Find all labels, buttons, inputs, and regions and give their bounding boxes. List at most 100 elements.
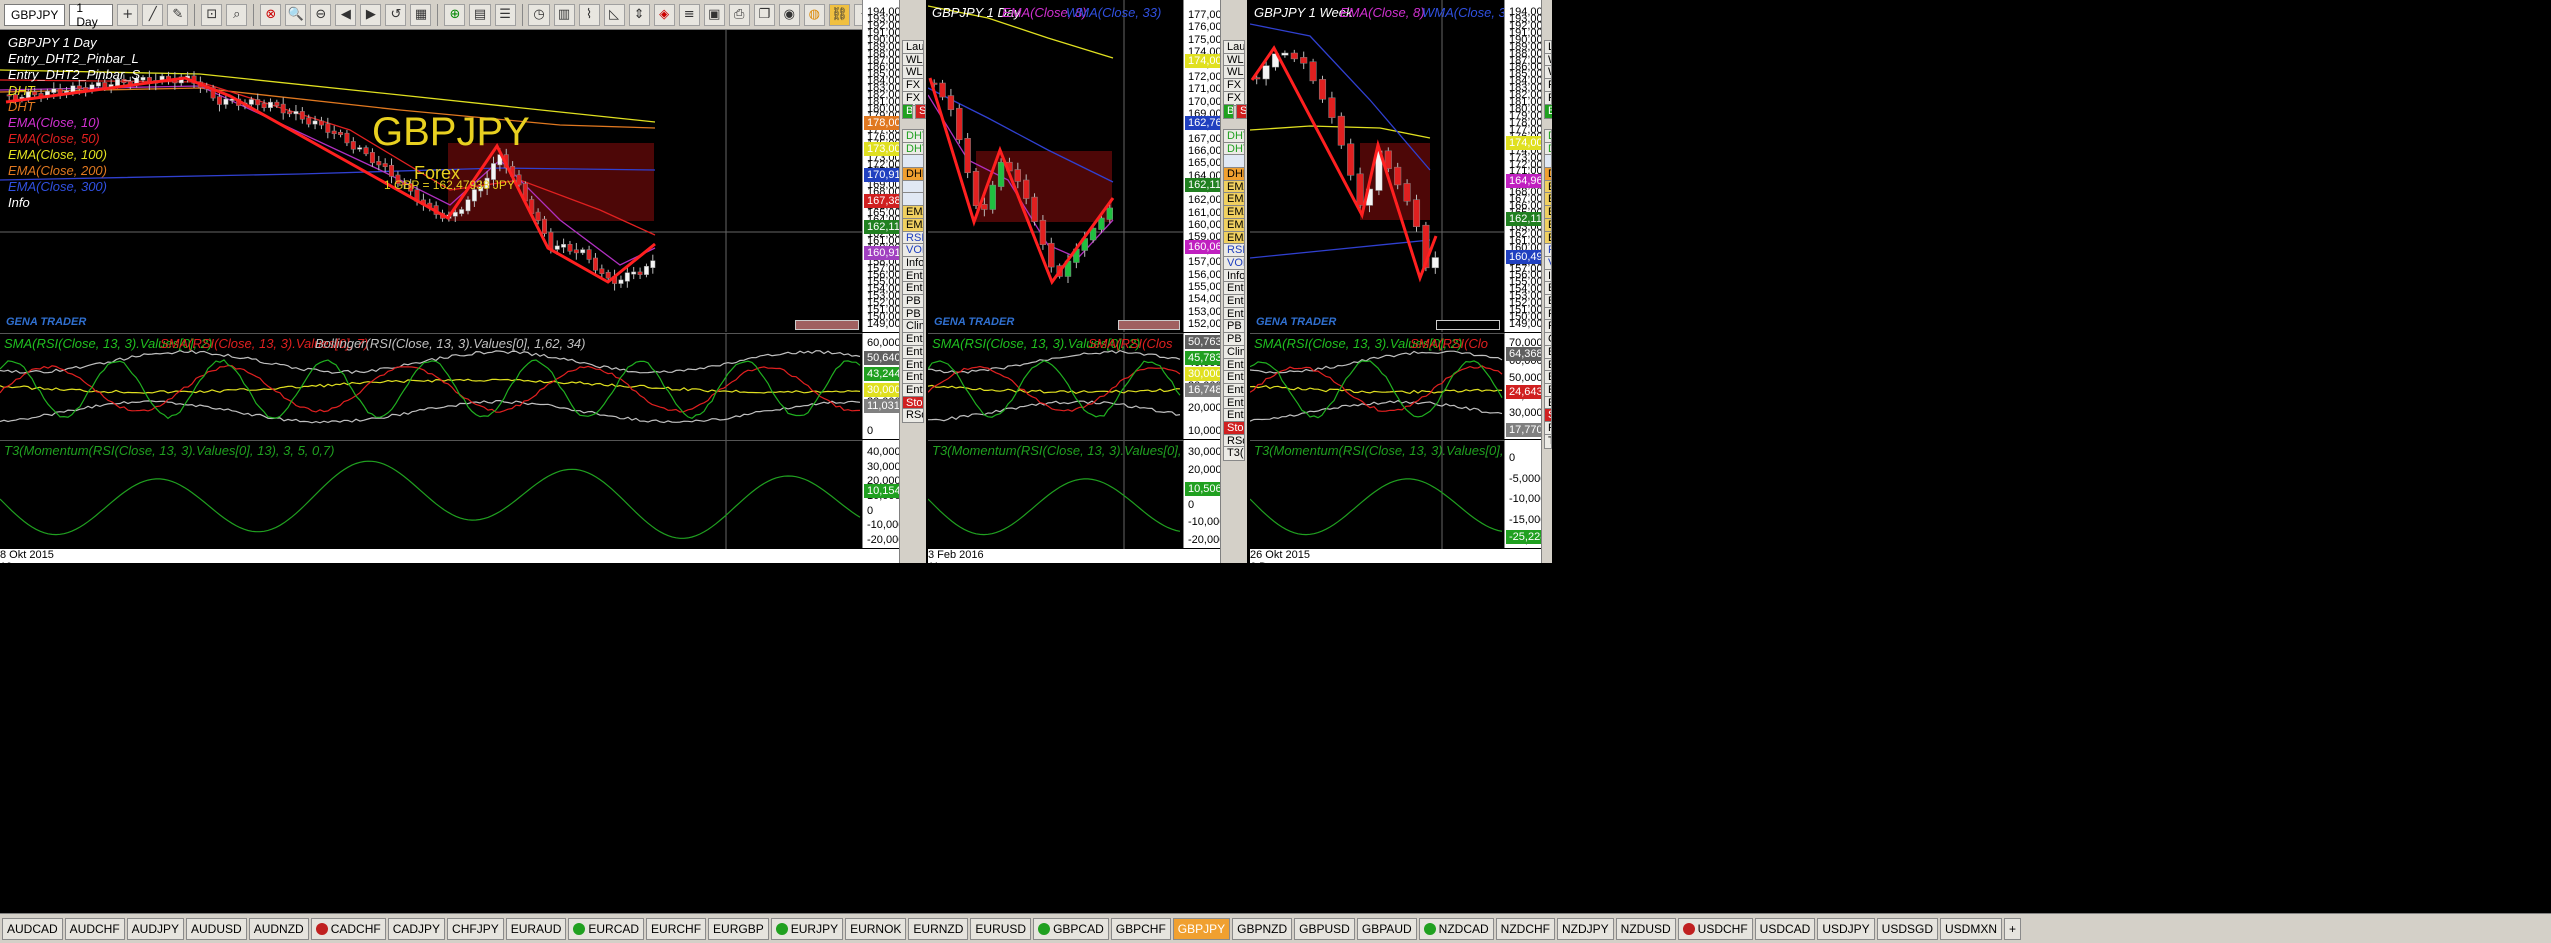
symbol-tab[interactable]: AUDCAD (2, 917, 63, 940)
symbol-tab[interactable]: EURGBP (708, 917, 769, 940)
camera-icon[interactable]: ◉ (778, 3, 800, 26)
sidebar-button[interactable]: S (915, 104, 926, 119)
chart1-momentum-pane[interactable]: T3(Momentum(RSI(Close, 13, 3).Values[0],… (0, 440, 862, 549)
chart3-momentum-pane[interactable]: T3(Momentum(RSI(Close, 13, 3).Values[0],… (1250, 440, 1504, 549)
symbol-tab[interactable]: GBPCAD (1033, 917, 1109, 940)
sidebar-button[interactable]: T3(Mo (1223, 446, 1245, 461)
chart1-oscillator-pane[interactable]: SMA(RSI(Close, 13, 3).Values[0], 2) SMA(… (0, 333, 862, 440)
symbol-tab[interactable]: AUDUSD (186, 917, 247, 940)
chart1-date-axis[interactable]: 8 Okt 20151927304 Nov111924272 Dez815233… (0, 549, 899, 563)
chart3-osc-axis[interactable]: 70,0000060,0000050,0000040,0000030,00000… (1504, 333, 1542, 439)
chart2-osc-axis[interactable]: 40,0000030,0000020,0000010,0000050,76359… (1183, 333, 1221, 439)
oscillator-line (0, 359, 861, 420)
properties-icon[interactable]: ≡ (678, 3, 700, 26)
symbol-tab[interactable]: EURCAD (568, 917, 645, 940)
palette-icon[interactable]: ◍ (803, 3, 825, 26)
chart3-price-axis[interactable]: 194,00000193,00000192,00000191,00000190,… (1504, 0, 1542, 332)
chart2-price-axis[interactable]: 177,00000176,00000175,00000174,00000173,… (1183, 0, 1221, 332)
symbol-tab[interactable]: USDCHF (1677, 917, 1753, 940)
indicator-icon[interactable]: ⊕ (444, 3, 466, 26)
symbol-tab[interactable]: GBPNZD (1232, 917, 1293, 940)
symbol-tab-label: NZDJPY (1561, 921, 1609, 936)
chart1-price-axis[interactable]: 194,00000193,00000192,00000191,00000190,… (862, 0, 900, 332)
grid-icon[interactable]: ▦ (410, 3, 432, 26)
zoom-area-icon[interactable]: ⊡ (201, 3, 223, 26)
line-chart-icon[interactable]: ⌇ (578, 3, 600, 26)
chart2-momentum-axis[interactable]: 30,0000020,0000010,000000-10,00000-20,00… (1183, 440, 1221, 548)
chart2-oscillator-pane[interactable]: SMA(RSI(Close, 13, 3).Values[0], 2) SMA(… (928, 333, 1183, 440)
symbol-tab[interactable]: NZDJPY (1556, 917, 1614, 940)
clock-icon[interactable]: ◷ (528, 3, 550, 26)
forward-arrow-icon[interactable]: ▶ (360, 3, 382, 26)
chart3-momentum-axis[interactable]: 0-5,00000-10,00000-15,00000-20,00000-25,… (1504, 440, 1542, 548)
symbol-tab[interactable]: CADJPY (387, 917, 446, 940)
price-tag-label: 10,15459 (864, 484, 900, 498)
symbol-tab[interactable]: EURCHF (646, 917, 707, 940)
symbol-tab[interactable]: EURJPY (770, 917, 844, 940)
sidebar-button[interactable]: B (902, 104, 913, 119)
sidebar-button[interactable]: T3(Mo (1544, 434, 1552, 449)
draw-line-icon[interactable]: ╱ (142, 3, 164, 26)
zoom-in-icon[interactable]: 🔍 (285, 3, 307, 26)
symbol-tab[interactable]: USDSGD (1876, 917, 1939, 940)
symbol-tab[interactable]: USDMXN (1940, 917, 2003, 940)
back-arrow-icon[interactable]: ◀ (335, 3, 357, 26)
symbol-tab[interactable]: USDJPY (1817, 917, 1875, 940)
candle-body (51, 88, 57, 93)
symbol-tab[interactable]: EURUSD (970, 917, 1032, 940)
chart1-osc-axis[interactable]: 60,0000040,0000020,00000050,6404643,2445… (862, 333, 900, 439)
sidebar-button[interactable]: B (1223, 104, 1234, 119)
symbol-tab[interactable]: EURNZD (908, 917, 969, 940)
link-icon[interactable]: ⛓ (828, 3, 850, 26)
zoom-out-icon[interactable]: ⊖ (310, 3, 332, 26)
list-icon[interactable]: ☰ (494, 3, 516, 26)
auto-scroll-icon[interactable]: ↺ (385, 3, 407, 26)
chart3-price-pane[interactable]: GBPJPY 1 Week EMA(Close, 8) WMA(Close, 3… (1250, 0, 1504, 332)
symbol-tab-label: AUDNZD (253, 921, 304, 936)
pencil-icon[interactable]: ✎ (167, 3, 189, 26)
save-icon[interactable]: ▣ (703, 3, 725, 26)
chart2-date-axis[interactable]: 3 Feb 201611151722252928111417 Mar 20162… (928, 549, 1220, 563)
chart2-scroll-marker[interactable] (1118, 320, 1180, 330)
symbol-tab[interactable]: NZDUSD (1615, 917, 1676, 940)
symbol-tab[interactable]: GBPAUD (1356, 917, 1417, 940)
copy-icon[interactable]: ❐ (753, 3, 775, 26)
symbol-tab[interactable]: CHFJPY (447, 917, 504, 940)
crosshair-icon[interactable]: + (117, 3, 139, 26)
sidebar-button[interactable]: RSqua (902, 408, 924, 423)
symbol-tab[interactable]: NZDCHF (1495, 917, 1555, 940)
color-icon[interactable]: ◈ (653, 3, 675, 26)
price-tick-label: 30,00000 (1509, 407, 1542, 420)
chart3-date-axis[interactable]: 26 Okt 20156 Dez2710 Jan 201614 Feb17 Ma… (1250, 549, 1541, 563)
chart2-momentum-pane[interactable]: T3(Momentum(RSI(Close, 13, 3).Values[0],… (928, 440, 1183, 549)
bar-chart-icon[interactable]: ▥ (553, 3, 575, 26)
scale-icon[interactable]: ⇕ (628, 3, 650, 26)
timeframe-select[interactable]: 1 Day (69, 1, 114, 29)
symbol-tab[interactable]: CADCHF (310, 917, 386, 940)
symbol-tab[interactable]: USDCAD (1754, 917, 1816, 940)
symbol-tab[interactable]: EURAUD (505, 917, 567, 940)
sidebar-button[interactable]: S (1236, 104, 1247, 119)
symbol-tab[interactable]: AUDCHF (64, 917, 125, 940)
chart1-price-pane[interactable]: GBPJPY 1 Day Entry_DHT2_Pinbar_L Entry_D… (0, 30, 862, 332)
chart3-oscillator-pane[interactable]: SMA(RSI(Close, 13, 3).Values[0], 2) SMA(… (1250, 333, 1504, 440)
symbol-tab[interactable]: + (2004, 917, 2022, 940)
symbol-tab[interactable]: EURNOK (845, 917, 907, 940)
symbol-tab[interactable]: AUDNZD (248, 917, 309, 940)
sidebar-button[interactable]: B (1544, 104, 1552, 119)
symbol-tab[interactable]: GBPUSD (1294, 917, 1355, 940)
chart2-price-pane[interactable]: GBPJPY 1 Day EMA(Close, 8) WMA(Close, 33… (928, 0, 1183, 332)
chart3-scroll-marker[interactable] (1436, 320, 1500, 330)
symbol-tab[interactable]: NZDCAD (1418, 917, 1494, 940)
symbol-select[interactable]: GBPJPY (4, 3, 66, 26)
template-icon[interactable]: ▤ (469, 3, 491, 26)
symbol-tab[interactable]: GBPCHF (1110, 917, 1171, 940)
chart1-momentum-axis[interactable]: 40,0000030,0000020,0000010,000000-10,000… (862, 440, 900, 548)
symbol-tab[interactable]: AUDJPY (126, 917, 185, 940)
print-icon[interactable]: ⎙ (728, 3, 750, 26)
stop-icon[interactable]: ⊗ (260, 3, 282, 26)
symbol-tab[interactable]: GBPJPY (1172, 917, 1231, 940)
chart1-scroll-marker[interactable] (795, 320, 859, 330)
area-chart-icon[interactable]: ◺ (603, 3, 625, 26)
zoom-icon[interactable]: ⌕ (226, 3, 248, 26)
